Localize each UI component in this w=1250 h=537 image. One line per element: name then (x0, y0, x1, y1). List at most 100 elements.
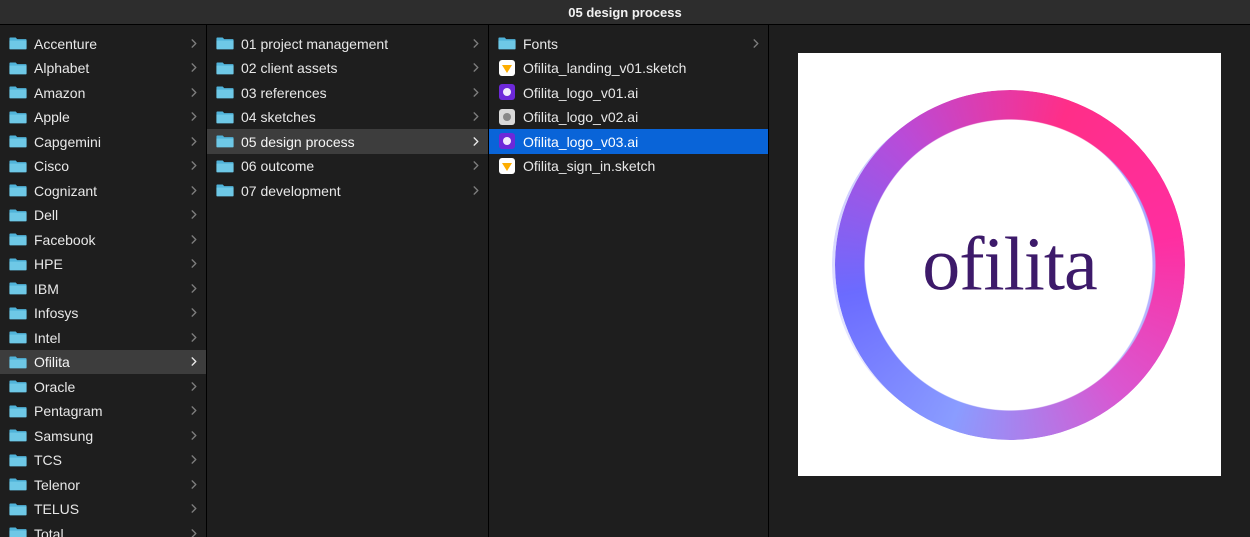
folder-item[interactable]: Dell (0, 203, 206, 228)
file-item[interactable]: Ofilita_sign_in.sketch (489, 154, 768, 179)
folder-item[interactable]: IBM (0, 276, 206, 301)
item-label: Accenture (34, 35, 188, 52)
chevron-right-icon (188, 308, 200, 317)
column-view: Accenture Alphabet Amazon Apple Capgemini Cis… (0, 25, 1250, 537)
folder-item[interactable]: TCS (0, 448, 206, 473)
chevron-right-icon (188, 259, 200, 268)
folder-item[interactable]: Infosys (0, 301, 206, 326)
folder-item[interactable]: Oracle (0, 374, 206, 399)
folder-item[interactable]: Pentagram (0, 399, 206, 424)
folder-item[interactable]: Samsung (0, 423, 206, 448)
item-label: 04 sketches (241, 108, 470, 125)
chevron-right-icon (188, 161, 200, 170)
folder-item[interactable]: 05 design process (207, 129, 488, 154)
item-label: Alphabet (34, 59, 188, 76)
folder-icon (215, 181, 235, 199)
item-label: Telenor (34, 476, 188, 493)
chevron-right-icon (470, 161, 482, 170)
folder-item[interactable]: Capgemini (0, 129, 206, 154)
chevron-right-icon (188, 88, 200, 97)
folder-icon (8, 426, 28, 444)
folder-icon (215, 34, 235, 52)
item-label: Ofilita_sign_in.sketch (523, 157, 762, 174)
chevron-right-icon (470, 112, 482, 121)
folder-icon (8, 181, 28, 199)
item-label: Oracle (34, 378, 188, 395)
chevron-right-icon (188, 406, 200, 415)
chevron-right-icon (470, 39, 482, 48)
file-item[interactable]: Ofilita_logo_v03.ai (489, 129, 768, 154)
chevron-right-icon (188, 480, 200, 489)
logo-ring: ofilita (830, 85, 1190, 445)
folder-item[interactable]: 07 development (207, 178, 488, 203)
chevron-right-icon (188, 186, 200, 195)
item-label: Ofilita_logo_v02.ai (523, 108, 762, 125)
item-label: Ofilita_logo_v03.ai (523, 133, 762, 150)
folder-item[interactable]: 01 project management (207, 31, 488, 56)
illustrator-file-icon (497, 83, 517, 101)
chevron-right-icon (470, 63, 482, 72)
item-label: Fonts (523, 35, 750, 52)
folder-item[interactable]: 06 outcome (207, 154, 488, 179)
folder-item[interactable]: TELUS (0, 497, 206, 522)
chevron-right-icon (188, 455, 200, 464)
folder-item[interactable]: Amazon (0, 80, 206, 105)
folder-item[interactable]: HPE (0, 252, 206, 277)
folder-icon (215, 157, 235, 175)
item-label: Ofilita_landing_v01.sketch (523, 59, 762, 76)
folder-item[interactable]: Ofilita (0, 350, 206, 375)
folder-item[interactable]: 03 references (207, 80, 488, 105)
chevron-right-icon (470, 186, 482, 195)
item-label: IBM (34, 280, 188, 297)
folder-icon (8, 255, 28, 273)
column-1: Accenture Alphabet Amazon Apple Capgemini Cis… (0, 25, 207, 537)
column-3: Fonts Ofilita_landing_v01.sketch Ofilita_l… (489, 25, 769, 537)
folder-item[interactable]: 02 client assets (207, 56, 488, 81)
folder-icon (8, 132, 28, 150)
folder-icon (8, 500, 28, 518)
chevron-right-icon (188, 357, 200, 366)
folder-icon (8, 206, 28, 224)
item-label: 06 outcome (241, 157, 470, 174)
folder-icon (215, 59, 235, 77)
file-item[interactable]: Ofilita_landing_v01.sketch (489, 56, 768, 81)
folder-item[interactable]: Telenor (0, 472, 206, 497)
chevron-right-icon (188, 529, 200, 537)
item-label: Facebook (34, 231, 188, 248)
chevron-right-icon (188, 112, 200, 121)
folder-icon (8, 524, 28, 537)
file-item[interactable]: Ofilita_logo_v01.ai (489, 80, 768, 105)
item-label: 02 client assets (241, 59, 470, 76)
folder-item[interactable]: Alphabet (0, 56, 206, 81)
item-label: Capgemini (34, 133, 188, 150)
sketch-file-icon (497, 157, 517, 175)
item-label: Amazon (34, 84, 188, 101)
folder-item[interactable]: Facebook (0, 227, 206, 252)
folder-item[interactable]: Total (0, 521, 206, 537)
chevron-right-icon (188, 333, 200, 342)
chevron-right-icon (188, 63, 200, 72)
item-label: Intel (34, 329, 188, 346)
folder-icon (215, 108, 235, 126)
item-label: 01 project management (241, 35, 470, 52)
item-label: TELUS (34, 500, 188, 517)
logo-text: ofilita (922, 221, 1097, 308)
item-label: Samsung (34, 427, 188, 444)
folder-item[interactable]: Cisco (0, 154, 206, 179)
illustrator-file-icon (497, 108, 517, 126)
folder-item[interactable]: Fonts (489, 31, 768, 56)
file-item[interactable]: Ofilita_logo_v02.ai (489, 105, 768, 130)
folder-item[interactable]: Cognizant (0, 178, 206, 203)
folder-icon (8, 328, 28, 346)
folder-item[interactable]: Intel (0, 325, 206, 350)
chevron-right-icon (470, 137, 482, 146)
folder-icon (8, 451, 28, 469)
folder-item[interactable]: Accenture (0, 31, 206, 56)
item-label: TCS (34, 451, 188, 468)
folder-icon (8, 377, 28, 395)
folder-item[interactable]: Apple (0, 105, 206, 130)
chevron-right-icon (188, 382, 200, 391)
item-label: HPE (34, 255, 188, 272)
folder-icon (8, 402, 28, 420)
folder-item[interactable]: 04 sketches (207, 105, 488, 130)
